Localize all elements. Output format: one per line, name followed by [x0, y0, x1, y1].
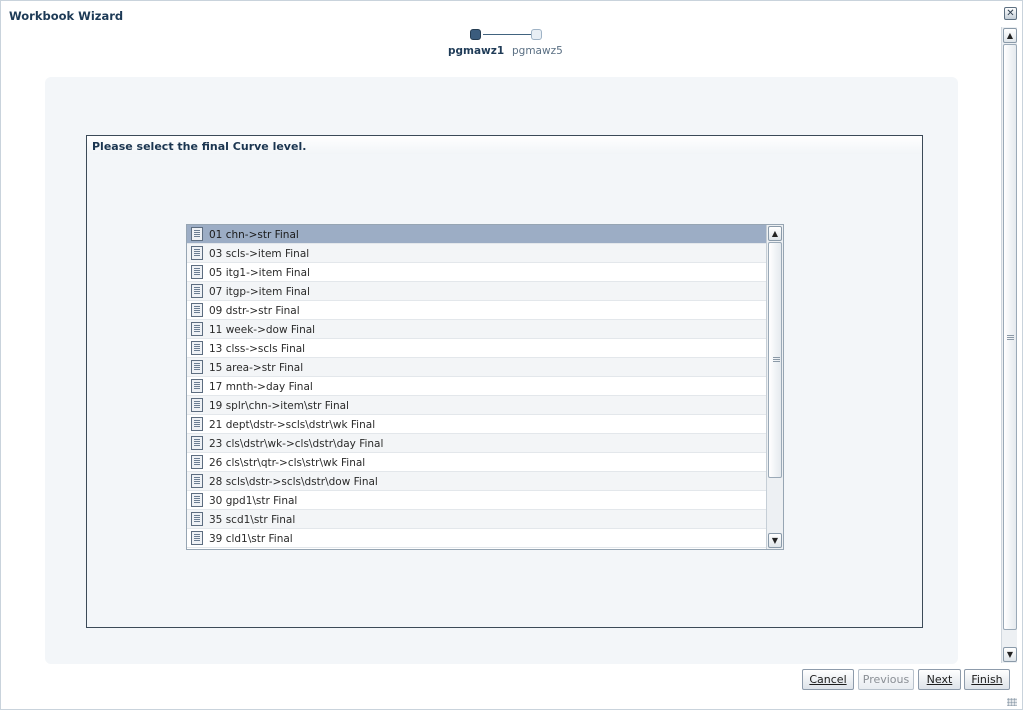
instruction-header: Please select the final Curve level.	[87, 136, 922, 154]
document-icon	[191, 360, 203, 374]
list-item[interactable]: 15 area->str Final	[187, 358, 767, 377]
workbook-wizard-dialog: Workbook Wizard ✕ pgmawz1 pgmawz5 ▲ ▼ Pl…	[0, 0, 1023, 710]
train-connector	[483, 34, 531, 35]
curve-level-list[interactable]: 01 chn->str Final 03 scls->item Final 05 i…	[186, 224, 784, 550]
list-item-label: 11 week->dow Final	[209, 324, 316, 336]
document-icon	[191, 379, 203, 393]
document-icon	[191, 531, 203, 545]
list-item-label: 17 mnth->day Final	[209, 381, 313, 393]
list-item[interactable]: 05 itg1->item Final	[187, 263, 767, 282]
list-item[interactable]: 09 dstr->str Final	[187, 301, 767, 320]
list-item-label: 03 scls->item Final	[209, 248, 310, 260]
list-scroll-down-icon[interactable]: ▼	[768, 533, 782, 548]
document-icon	[191, 246, 203, 260]
document-icon	[191, 398, 203, 412]
list-item-label: 26 cls\str\qtr->cls\str\wk Final	[209, 457, 366, 469]
cancel-button[interactable]: Cancel	[802, 669, 854, 690]
list-item[interactable]: 28 scls\dstr->scls\dstr\dow Final	[187, 472, 767, 491]
resize-grip-icon[interactable]	[1007, 698, 1017, 706]
list-grip-icon	[773, 357, 780, 362]
instruction-text: Please select the final Curve level.	[92, 140, 307, 153]
close-icon[interactable]: ✕	[1004, 7, 1017, 20]
list-item-label: 19 splr\chn->item\str Final	[209, 400, 349, 412]
list-item[interactable]: 39 cld1\str Final	[187, 529, 767, 548]
finish-button[interactable]: Finish	[964, 669, 1010, 690]
list-item-label: 39 cld1\str Final	[209, 533, 293, 545]
previous-button[interactable]: Previous	[858, 669, 914, 690]
list-item[interactable]: 01 chn->str Final	[187, 225, 767, 244]
list-item-label: 09 dstr->str Final	[209, 305, 300, 317]
list-item-label: 21 dept\dstr->scls\dstr\wk Final	[209, 419, 376, 431]
document-icon	[191, 512, 203, 526]
list-item[interactable]: 35 scd1\str Final	[187, 510, 767, 529]
document-icon	[191, 417, 203, 431]
dialog-scroll-thumb[interactable]	[1003, 44, 1017, 630]
list-item-label: 05 itg1->item Final	[209, 267, 310, 279]
document-icon	[191, 303, 203, 317]
grip-icon	[1007, 335, 1014, 340]
next-button[interactable]: Next	[918, 669, 961, 690]
list-item-label: 30 gpd1\str Final	[209, 495, 298, 507]
train-stop-current[interactable]	[470, 29, 481, 40]
dialog-title: Workbook Wizard	[9, 9, 124, 23]
document-icon	[191, 265, 203, 279]
list-item-label: 35 scd1\str Final	[209, 514, 296, 526]
document-icon	[191, 322, 203, 336]
list-item-label: 13 clss->scls Final	[209, 343, 306, 355]
dialog-titlebar[interactable]: Workbook Wizard	[1, 1, 1001, 27]
scroll-down-icon[interactable]: ▼	[1003, 647, 1017, 662]
list-item-label: 01 chn->str Final	[209, 229, 299, 241]
list-item-label: 28 scls\dstr->scls\dstr\dow Final	[209, 476, 378, 488]
scroll-up-icon[interactable]: ▲	[1003, 28, 1017, 43]
train-label-next[interactable]: pgmawz5	[512, 45, 563, 57]
list-scroll-thumb[interactable]	[768, 242, 782, 478]
document-icon	[191, 493, 203, 507]
list-item[interactable]: 17 mnth->day Final	[187, 377, 767, 396]
list-vertical-scrollbar[interactable]: ▲ ▼	[766, 225, 783, 549]
list-item[interactable]: 11 week->dow Final	[187, 320, 767, 339]
list-item[interactable]: 03 scls->item Final	[187, 244, 767, 263]
train-label-current[interactable]: pgmawz1	[448, 45, 504, 57]
list-item[interactable]: 07 itgp->item Final	[187, 282, 767, 301]
list-item[interactable]: 23 cls\dstr\wk->cls\dstr\day Final	[187, 434, 767, 453]
list-scroll-up-icon[interactable]: ▲	[768, 226, 782, 241]
document-icon	[191, 284, 203, 298]
list-item[interactable]: 26 cls\str\qtr->cls\str\wk Final	[187, 453, 767, 472]
document-icon	[191, 436, 203, 450]
document-icon	[191, 455, 203, 469]
list-item[interactable]: 19 splr\chn->item\str Final	[187, 396, 767, 415]
train-stop-next[interactable]	[531, 29, 542, 40]
document-icon	[191, 341, 203, 355]
list-item-label: 23 cls\dstr\wk->cls\dstr\day Final	[209, 438, 384, 450]
document-icon	[191, 227, 203, 241]
document-icon	[191, 474, 203, 488]
list-item-label: 07 itgp->item Final	[209, 286, 310, 298]
list-item[interactable]: 21 dept\dstr->scls\dstr\wk Final	[187, 415, 767, 434]
list-item-label: 15 area->str Final	[209, 362, 304, 374]
dialog-vertical-scrollbar[interactable]: ▲ ▼	[1001, 27, 1017, 663]
list-item[interactable]: 13 clss->scls Final	[187, 339, 767, 358]
list-item[interactable]: 30 gpd1\str Final	[187, 491, 767, 510]
